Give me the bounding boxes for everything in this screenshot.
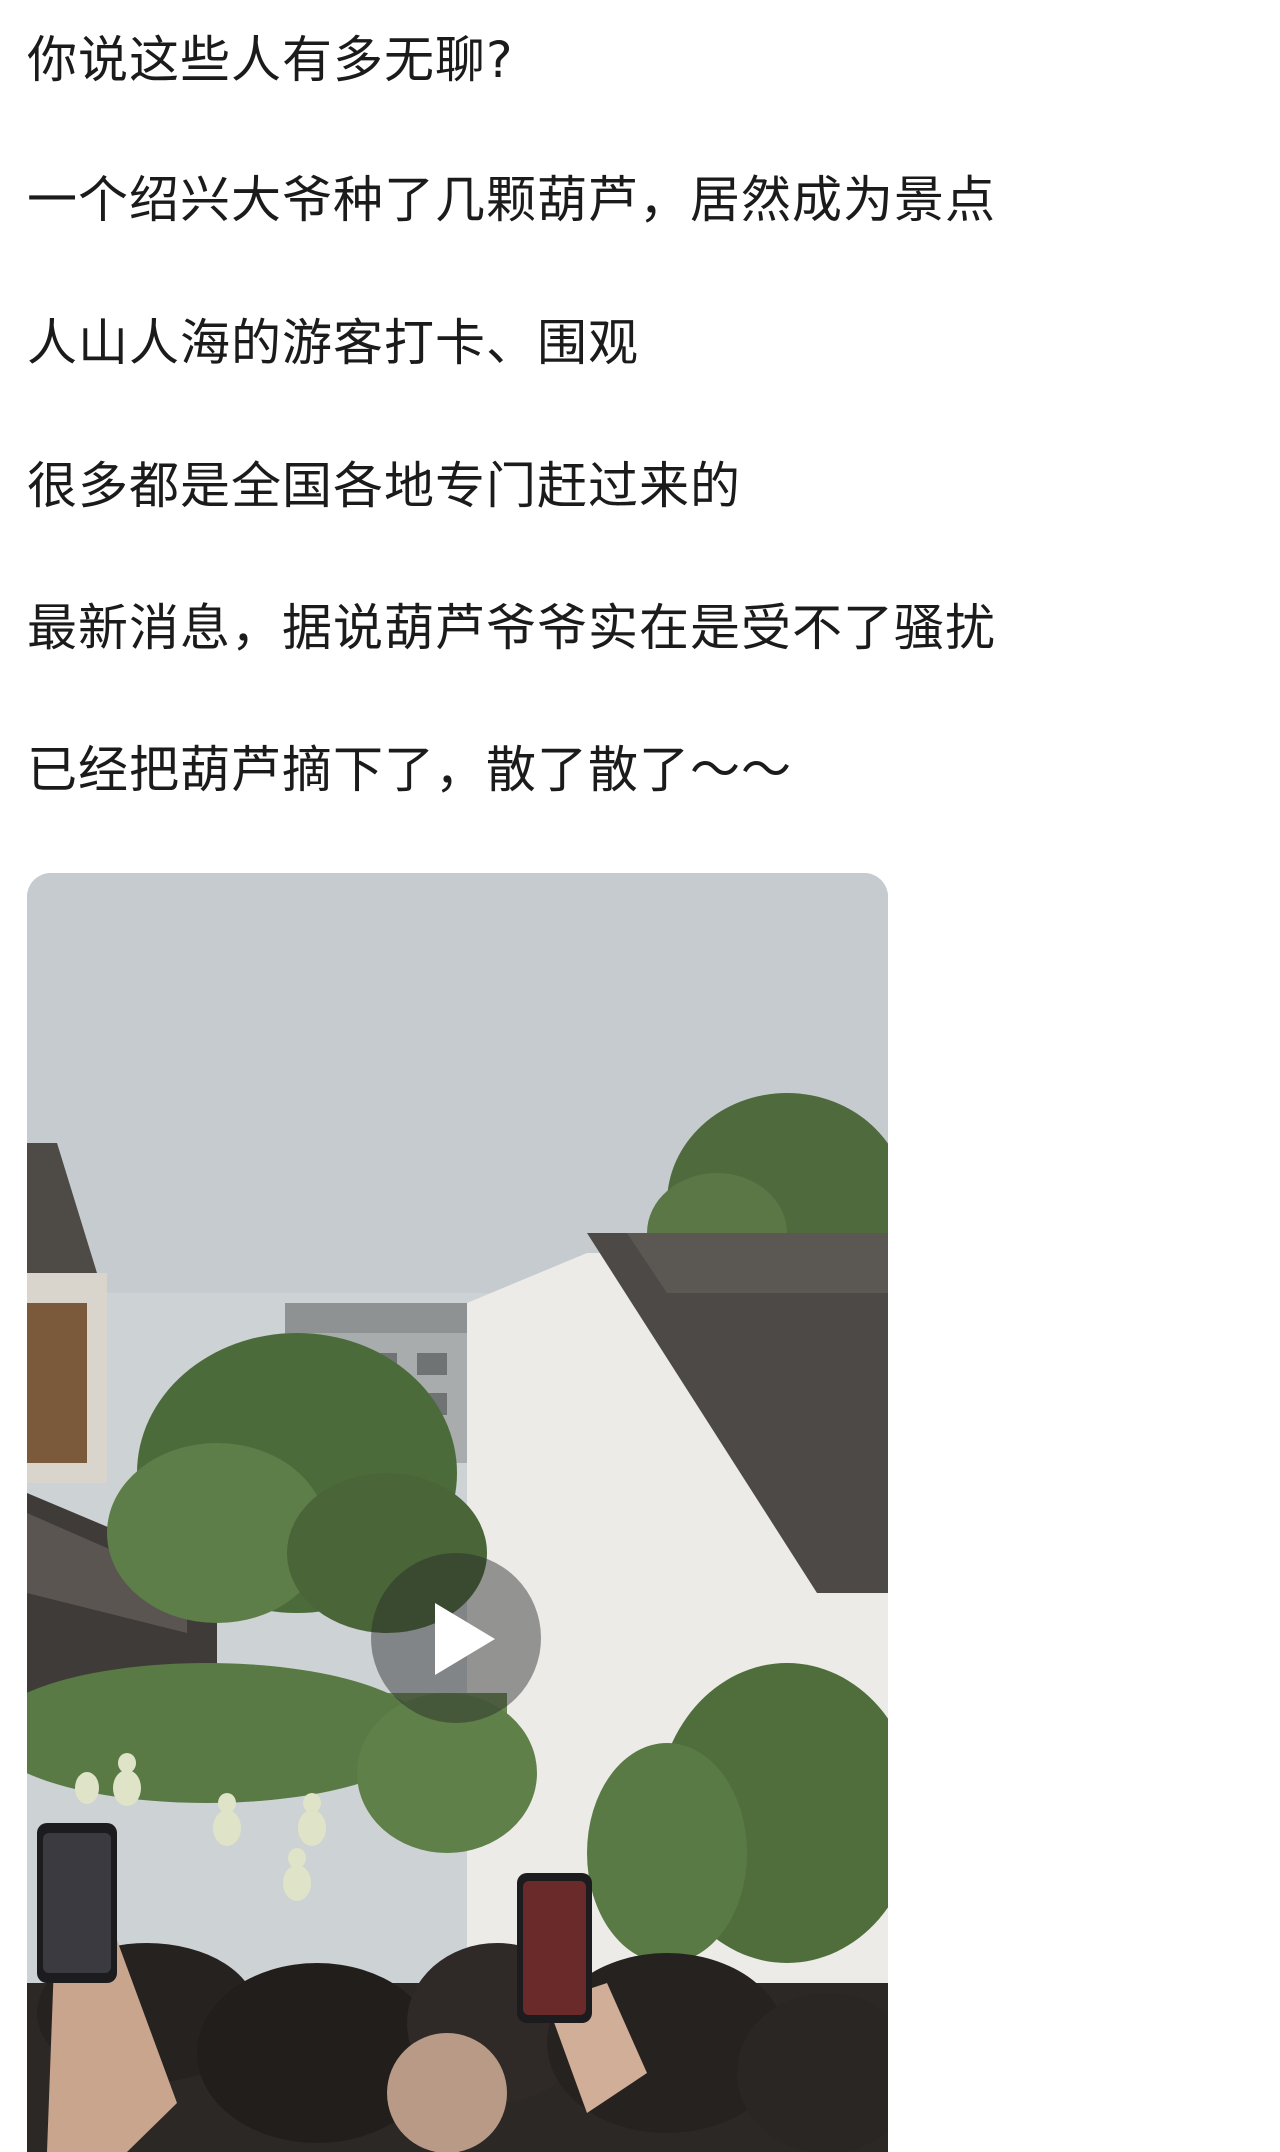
post-text-line: 很多都是全国各地专门赶过来的 xyxy=(27,457,741,515)
post-text-line: 最新消息，据说葫芦爷爷实在是受不了骚扰 xyxy=(27,599,996,657)
play-icon xyxy=(435,1603,495,1675)
play-button[interactable] xyxy=(371,1553,541,1723)
post-text-line: 人山人海的游客打卡、围观 xyxy=(27,314,639,372)
video-player[interactable] xyxy=(27,873,888,2152)
post-text-line: 一个绍兴大爷种了几颗葫芦，居然成为景点 xyxy=(27,171,996,229)
video-thumbnail xyxy=(27,873,888,2152)
post-text-line: 你说这些人有多无聊? xyxy=(27,31,514,89)
post-text-line: 已经把葫芦摘下了，散了散了～～ xyxy=(27,741,792,799)
post-content: 你说这些人有多无聊? 一个绍兴大爷种了几颗葫芦，居然成为景点 人山人海的游客打卡… xyxy=(0,0,1280,2152)
